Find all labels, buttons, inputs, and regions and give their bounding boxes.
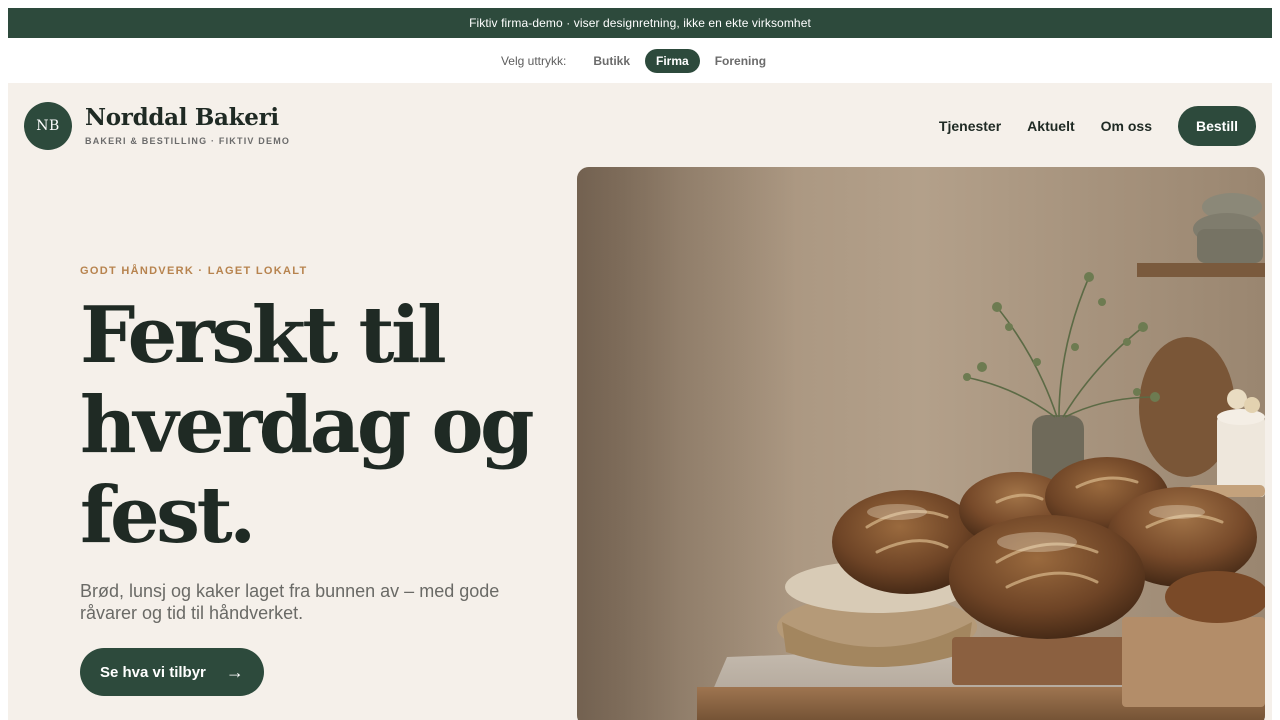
cake-flower — [1227, 389, 1247, 409]
demo-banner-text: Fiktiv firma-demo · viser designretning,… — [469, 16, 811, 30]
page-frame: Fiktiv firma-demo · viser designretning,… — [8, 8, 1272, 720]
demo-banner: Fiktiv firma-demo · viser designretning,… — [8, 8, 1272, 38]
style-option-forening[interactable]: Forening — [704, 49, 777, 73]
order-button[interactable]: Bestill — [1177, 106, 1256, 146]
style-switcher-label: Velg uttrykk: — [500, 53, 567, 68]
board-left — [952, 637, 1132, 685]
style-option-butikk[interactable]: Butikk — [582, 49, 641, 73]
hero-headline-line-3: fest. — [80, 470, 256, 561]
style-option-firma[interactable]: Firma — [645, 48, 700, 73]
board-right — [1122, 617, 1265, 707]
hero-headline: Ferskt til hverdag og fest. — [80, 291, 560, 561]
see-offerings-button[interactable]: Se hva vi tilbyr → — [80, 648, 264, 696]
hero-text: GODT HÅNDVERK · LAGET LOKALT Ferskt til … — [80, 83, 560, 720]
nav-item-tjenester[interactable]: Tjenester — [939, 118, 1001, 134]
cinnamon-bun — [1165, 571, 1265, 623]
logo-badge[interactable]: NB — [24, 102, 72, 150]
hero-eyebrow: GODT HÅNDVERK · LAGET LOKALT — [80, 265, 308, 277]
cake-flower-2 — [1244, 397, 1260, 413]
hero-lede: Brød, lunsj og kaker laget fra bunnen av… — [80, 581, 500, 623]
site-preview: NB Norddal Bakeri BAKERI & BESTILLING · … — [8, 83, 1272, 720]
cake-top — [1217, 409, 1265, 425]
hero-image-bread — [577, 167, 1265, 720]
nav-item-om-oss[interactable]: Om oss — [1101, 118, 1152, 134]
main-nav: Tjenester Aktuelt Om oss Bestill — [913, 106, 1256, 146]
bowl-stack — [1197, 229, 1263, 263]
shelf — [1137, 263, 1265, 277]
hero-headline-line-1: Ferskt til — [80, 290, 447, 381]
nav-item-aktuelt[interactable]: Aktuelt — [1027, 118, 1074, 134]
wall-shadow — [577, 167, 797, 720]
logo-initials: NB — [36, 118, 60, 134]
see-offerings-label: Se hva vi tilbyr — [100, 663, 206, 681]
style-switcher: Velg uttrykk: Butikk Firma Forening — [8, 38, 1272, 83]
arrow-right-icon: → — [225, 661, 244, 682]
hero-headline-line-2: hverdag og — [80, 380, 535, 471]
